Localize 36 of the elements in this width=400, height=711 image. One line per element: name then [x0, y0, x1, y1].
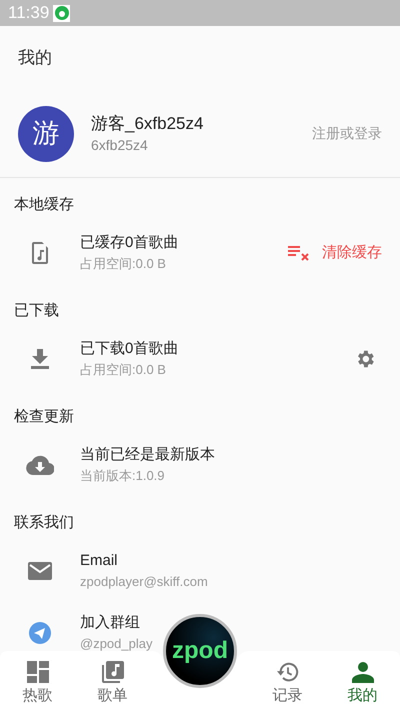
- music-file-icon: [32, 242, 48, 264]
- player-button[interactable]: zpod: [163, 614, 237, 688]
- nav-tab[interactable]: 歌单: [75, 660, 150, 707]
- section-heading: 联系我们: [14, 512, 74, 532]
- item-subtitle: 当前版本:1.0.9: [80, 467, 165, 485]
- user-id: 6xfb25z4: [91, 136, 149, 154]
- item-subtitle: 占用空间:0.0 B: [80, 255, 166, 273]
- section-heading: 已下载: [14, 300, 59, 320]
- clear-list-icon: [288, 245, 310, 261]
- user-name: 游客_6xfb25z4: [91, 112, 204, 134]
- item-title: 已缓存0首歌曲: [80, 233, 178, 253]
- item-title: 加入群组: [80, 613, 140, 633]
- download-icon: [31, 349, 49, 369]
- nav-tab[interactable]: 热歌: [0, 660, 75, 707]
- history-icon: [276, 660, 298, 682]
- item-subtitle: 占用空间:0.0 B: [80, 361, 166, 379]
- clear-cache-button[interactable]: 清除缓存: [288, 242, 400, 264]
- page-title: 我的: [18, 47, 52, 70]
- nav-tab[interactable]: 我的: [325, 660, 400, 707]
- avatar[interactable]: 游: [18, 106, 74, 162]
- section-heading: 本地缓存: [14, 194, 74, 214]
- item-subtitle: zpodplayer@skiff.com: [80, 573, 208, 591]
- playlist-icon: [102, 660, 124, 682]
- section-heading: 检查更新: [14, 406, 74, 426]
- status-time: 11:39: [8, 2, 50, 24]
- item-title: 当前已经是最新版本: [80, 445, 215, 465]
- person-icon: [352, 660, 374, 682]
- nav-tab[interactable]: 记录: [250, 660, 325, 707]
- cloud-download-icon: [26, 455, 54, 475]
- dashboard-icon: [26, 660, 48, 682]
- app-notification-icon: [53, 4, 70, 22]
- item-title: 已下载0首歌曲: [80, 339, 178, 359]
- item-subtitle: @zpod_play: [80, 635, 152, 653]
- item-title: Email: [80, 551, 118, 571]
- paper-plane-icon: [29, 622, 51, 644]
- mail-icon: [28, 562, 52, 580]
